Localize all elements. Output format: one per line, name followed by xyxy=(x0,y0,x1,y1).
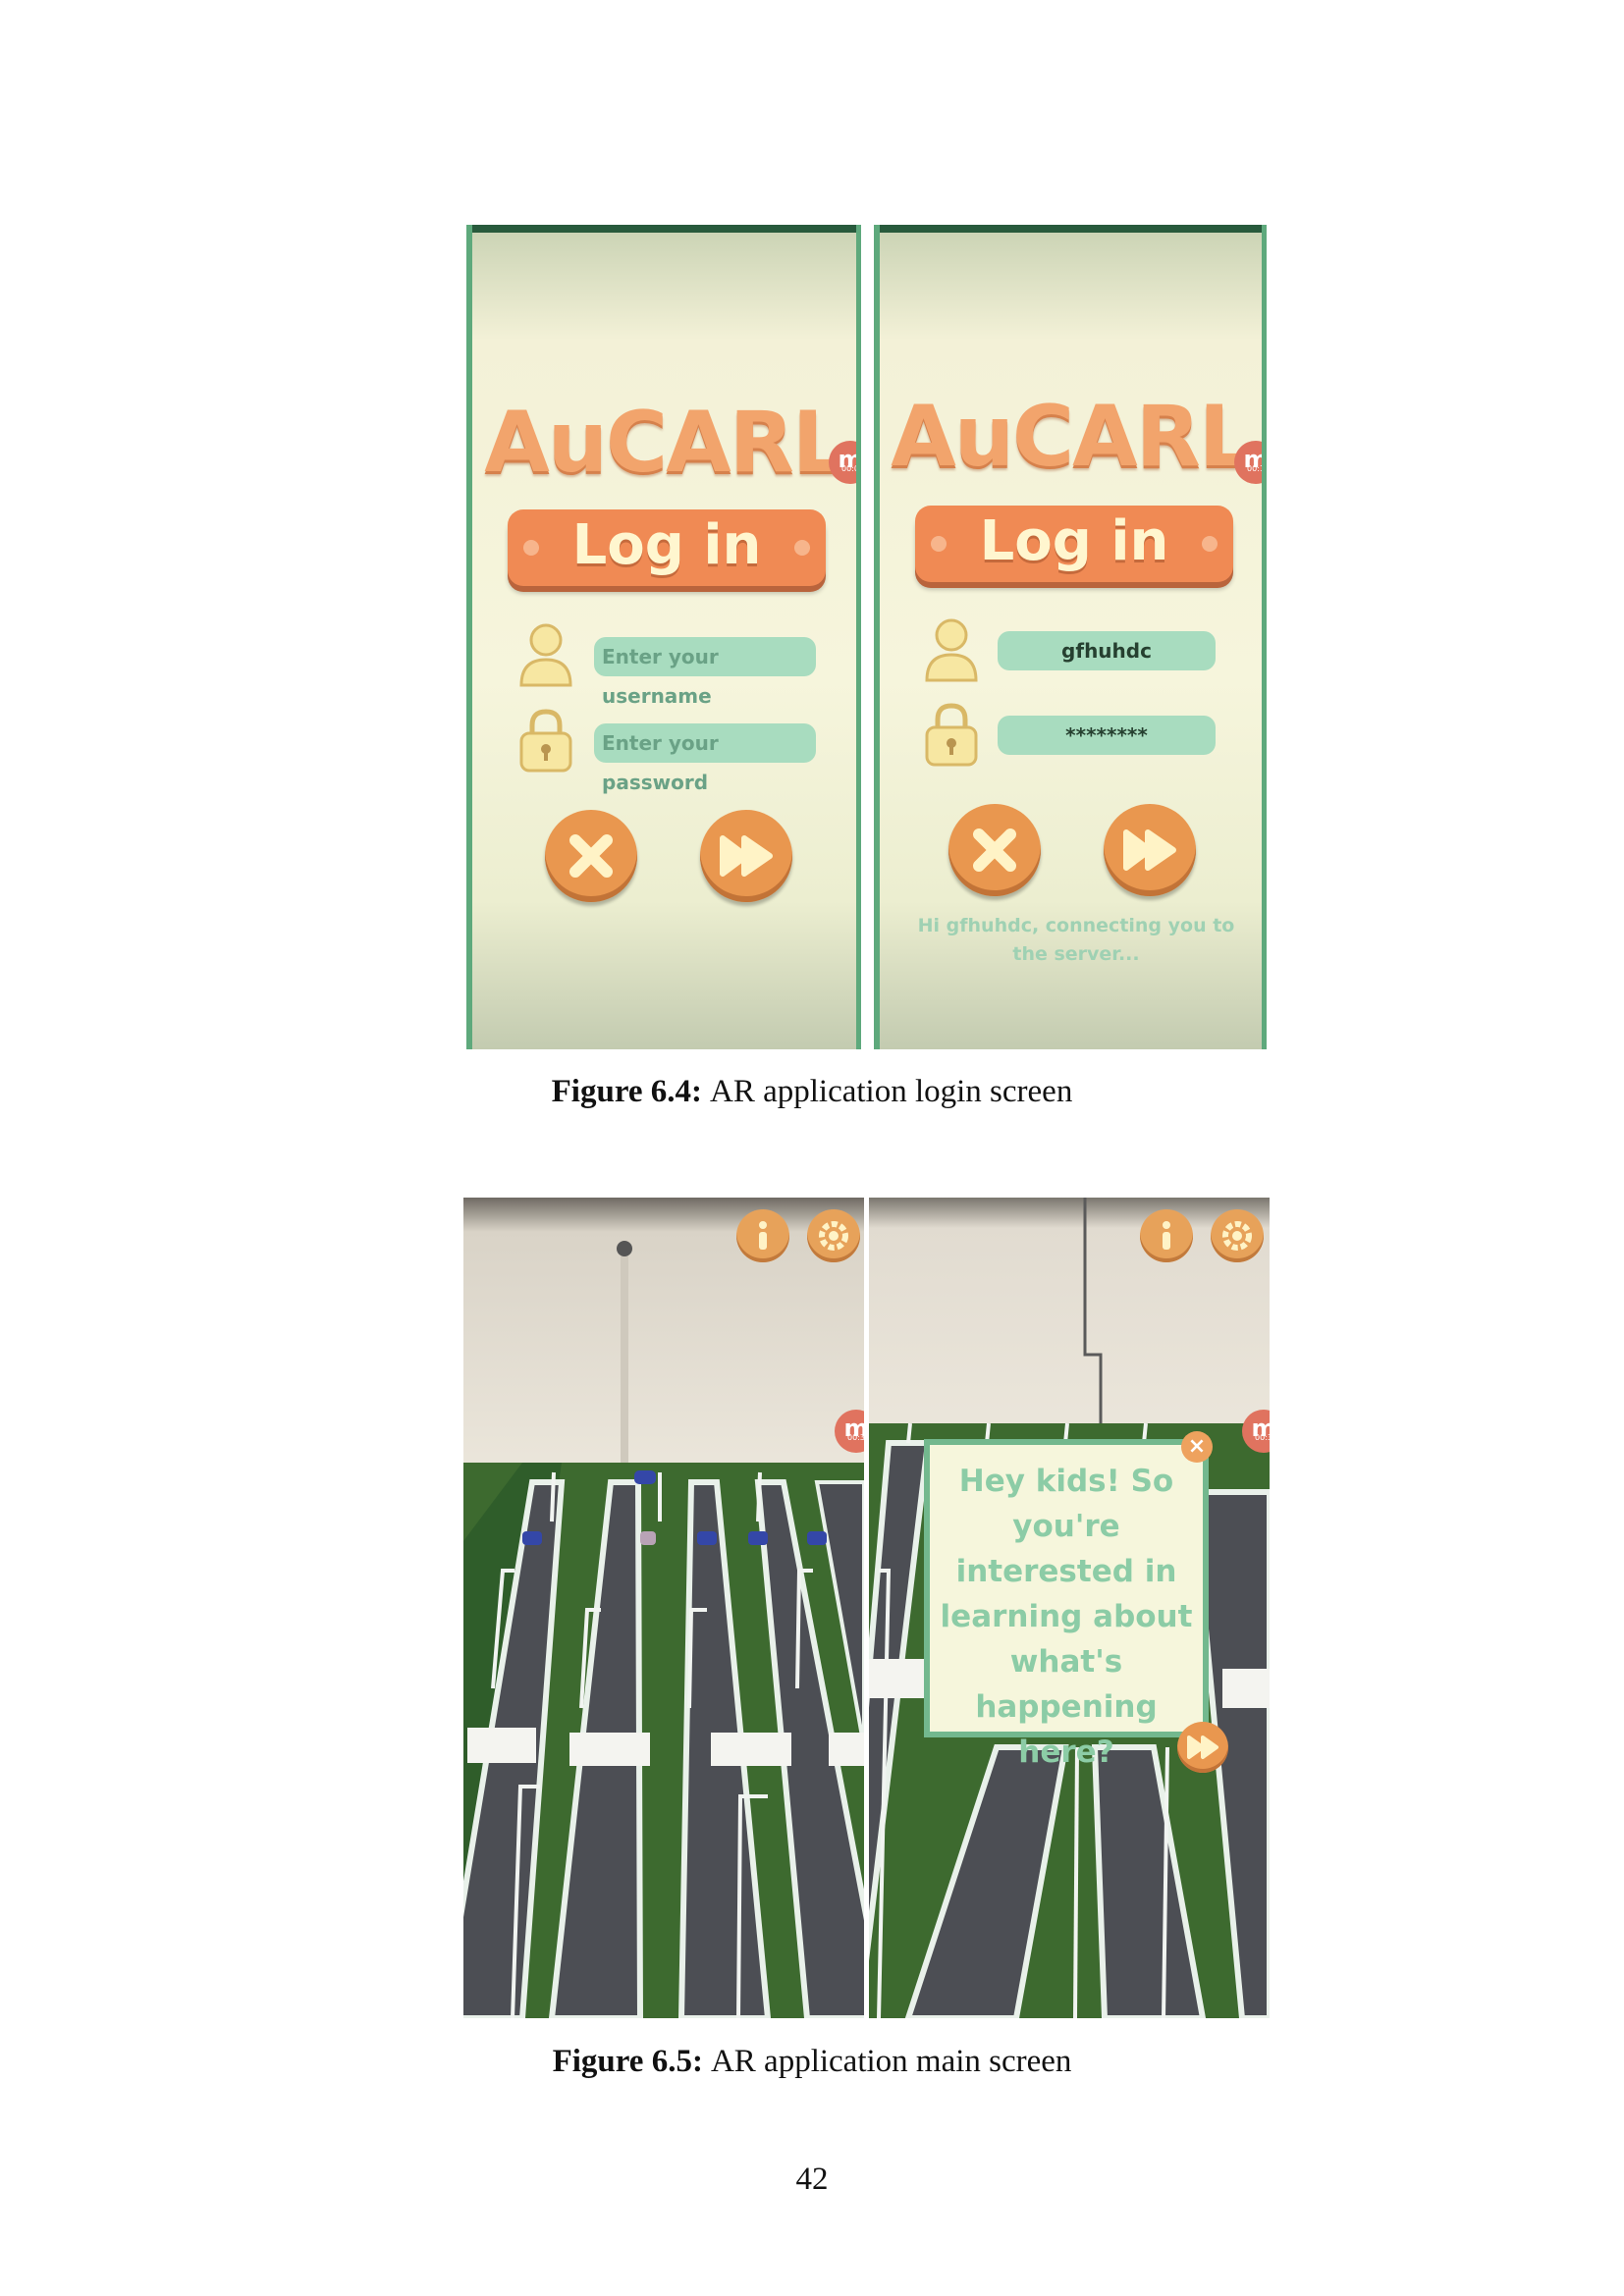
fast-forward-icon xyxy=(720,835,773,877)
submit-button[interactable] xyxy=(700,810,792,902)
cancel-button[interactable] xyxy=(545,810,637,902)
password-input[interactable]: Enter your password xyxy=(594,723,816,794)
caption-text: AR application login screen xyxy=(710,1074,1073,1109)
settings-button[interactable] xyxy=(1211,1209,1264,1262)
user-icon xyxy=(925,618,978,682)
plaque-bolt xyxy=(1202,536,1218,552)
username-input[interactable]: Enter your username xyxy=(594,637,816,708)
plaque-bolt xyxy=(931,536,947,552)
user-icon xyxy=(519,623,572,687)
ar-scene-left: m 00:3 xyxy=(463,1198,864,2018)
info-button[interactable] xyxy=(1140,1209,1193,1262)
page-number: 42 xyxy=(795,2162,829,2197)
login-title-plaque: Log in xyxy=(508,509,826,586)
app-logo: AuCARL xyxy=(891,388,1252,486)
lock-icon xyxy=(519,709,572,773)
figure-caption: Figure 6.4: AR application login screen xyxy=(0,1074,1624,1110)
dialog-next-button[interactable] xyxy=(1177,1722,1228,1773)
username-input[interactable]: gfhuhdc xyxy=(998,631,1216,670)
figure-caption: Figure 6.5: AR application main screen xyxy=(0,2044,1624,2080)
cancel-button[interactable] xyxy=(948,804,1041,896)
info-icon xyxy=(759,1221,767,1250)
password-input[interactable]: ******** xyxy=(998,716,1216,755)
lock-icon xyxy=(925,703,978,767)
dialog-close-button[interactable]: × xyxy=(1181,1431,1213,1463)
plaque-bolt xyxy=(523,540,539,556)
login-title: Log in xyxy=(979,509,1169,573)
gear-icon xyxy=(819,1221,848,1251)
info-button[interactable] xyxy=(736,1209,789,1262)
login-screen-empty: AuCARL m 00:0 Log in Enter your username… xyxy=(466,225,861,1049)
plaque-bolt xyxy=(794,540,810,556)
login-screen-filled: AuCARL m 00:1 Log in gfhuhdc ******** Hi… xyxy=(874,225,1267,1049)
connection-status-message: Hi gfhuhdc, connecting you to the server… xyxy=(917,915,1235,965)
settings-button[interactable] xyxy=(807,1209,860,1262)
login-title: Log in xyxy=(571,513,762,577)
ar-scene-right: m 00:3 Hey kids! So you're interested in… xyxy=(869,1198,1270,2018)
caption-text: AR application main screen xyxy=(710,2044,1072,2079)
app-logo: AuCARL xyxy=(484,394,845,492)
intro-dialog-text: Hey kids! So you're interested in learni… xyxy=(940,1464,1193,1770)
gear-icon xyxy=(1222,1221,1252,1251)
fast-forward-icon xyxy=(1187,1735,1218,1759)
caption-label: Figure 6.5: xyxy=(552,2044,703,2079)
caption-label: Figure 6.4: xyxy=(551,1074,703,1109)
cancel-x-icon xyxy=(973,828,1016,872)
submit-button[interactable] xyxy=(1104,804,1196,896)
cancel-x-icon xyxy=(569,834,613,878)
info-icon xyxy=(1163,1221,1170,1250)
fast-forward-icon xyxy=(1123,829,1176,871)
ar-road-scene xyxy=(463,1198,864,2018)
login-title-plaque: Log in xyxy=(915,506,1233,582)
intro-dialog: Hey kids! So you're interested in learni… xyxy=(924,1439,1209,1770)
